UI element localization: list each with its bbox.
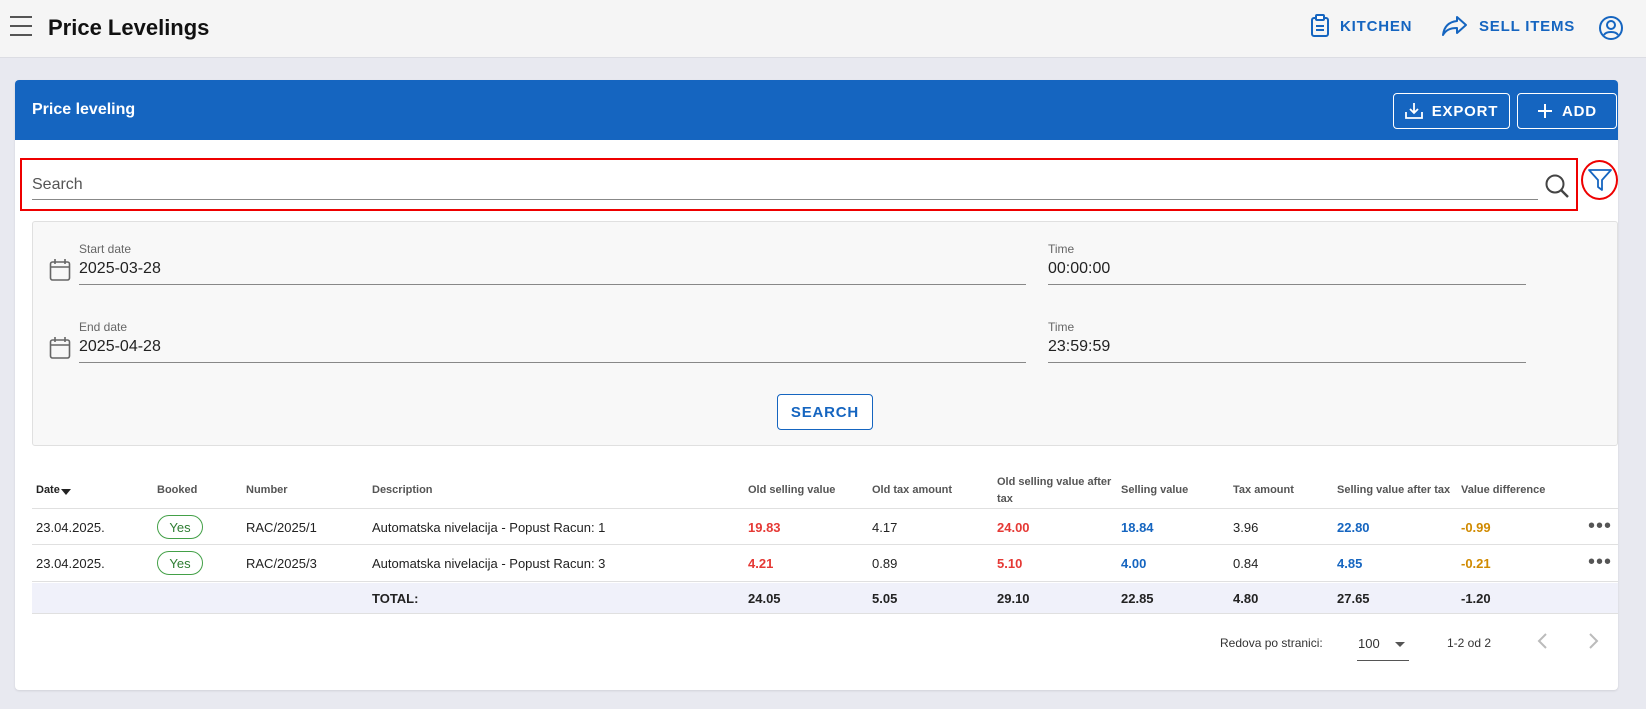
menu-icon[interactable] [10, 16, 34, 38]
header-date[interactable]: Date [36, 482, 71, 499]
cell-old-selling-value-after-tax: 24.00 [997, 520, 1030, 535]
total-selling-value: 22.85 [1121, 591, 1154, 606]
search-button[interactable]: SEARCH [777, 394, 873, 430]
add-label: ADD [1562, 102, 1597, 120]
cell-old-selling-value: 4.21 [748, 556, 774, 571]
cell-date: 23.04.2025. [36, 556, 105, 571]
date-filter-panel: Start date 2025-03-28 Time 00:00:00 End … [32, 221, 1618, 446]
end-time-field[interactable]: 23:59:59 [1048, 338, 1526, 363]
start-time-field[interactable]: 00:00:00 [1048, 260, 1526, 285]
cell-selling-value-after-tax: 22.80 [1337, 520, 1370, 535]
booked-badge: Yes [157, 515, 203, 539]
total-old-tax-amount: 5.05 [872, 591, 898, 606]
start-date-label: Start date [79, 242, 132, 256]
cell-value-difference: -0.21 [1461, 556, 1491, 571]
header-booked[interactable]: Booked [157, 482, 197, 499]
kitchen-label: KITCHEN [1340, 17, 1413, 35]
cell-number: RAC/2025/1 [246, 520, 317, 535]
sort-desc-icon [60, 489, 71, 495]
end-date-label: End date [79, 320, 128, 334]
cell-number: RAC/2025/3 [246, 556, 317, 571]
start-time-label: Time [1048, 242, 1075, 256]
filter-icon[interactable] [1587, 167, 1613, 198]
page-title: Price Levelings [48, 15, 210, 40]
export-button[interactable]: EXPORT [1393, 93, 1510, 129]
chevron-left-icon[interactable] [1535, 632, 1551, 655]
table-row[interactable]: 23.04.2025. Yes RAC/2025/3 Automatska ni… [32, 545, 1618, 582]
chevron-right-icon[interactable] [1585, 632, 1601, 655]
rows-per-page-select[interactable]: 100 [1357, 627, 1409, 661]
total-row: TOTAL: 24.05 5.05 29.10 22.85 4.80 27.65… [32, 583, 1618, 614]
more-icon[interactable]: ••• [1588, 551, 1612, 574]
add-button[interactable]: ADD [1517, 93, 1617, 129]
end-time-label: Time [1048, 320, 1075, 334]
card-title: Price leveling [32, 101, 136, 118]
total-old-selling-value: 24.05 [748, 591, 781, 606]
cell-tax-amount: 3.96 [1233, 520, 1259, 535]
chevron-down-icon [1395, 642, 1405, 647]
header-selling-value-after-tax[interactable]: Selling value after tax [1337, 482, 1450, 499]
cell-selling-value-after-tax: 4.85 [1337, 556, 1363, 571]
plus-icon [1538, 104, 1553, 118]
start-date-field[interactable]: 2025-03-28 [79, 260, 1026, 285]
calendar-icon[interactable] [49, 258, 71, 287]
clipboard-icon [1311, 14, 1329, 37]
header-date-label: Date [36, 484, 60, 496]
share-arrow-icon [1442, 16, 1467, 36]
cell-tax-amount: 0.84 [1233, 556, 1259, 571]
account-icon[interactable] [1598, 15, 1624, 46]
end-date-field[interactable]: 2025-04-28 [79, 338, 1026, 363]
cell-selling-value: 18.84 [1121, 520, 1154, 535]
download-icon [1404, 103, 1423, 119]
header-old-selling-value-after-tax[interactable]: Old selling value after tax [997, 474, 1115, 508]
card-header: Price leveling EXPORT ADD [15, 80, 1618, 140]
cell-description: Automatska nivelacija - Popust Racun: 1 [372, 520, 606, 535]
table-row[interactable]: 23.04.2025. Yes RAC/2025/1 Automatska ni… [32, 508, 1618, 545]
search-highlight-box [20, 158, 1578, 211]
header-old-tax-amount[interactable]: Old tax amount [872, 482, 952, 499]
page-range: 1-2 od 2 [1447, 636, 1492, 650]
booked-badge: Yes [157, 551, 203, 575]
cell-old-selling-value-after-tax: 5.10 [997, 556, 1023, 571]
total-selling-value-after-tax: 27.65 [1337, 591, 1370, 606]
search-input[interactable] [32, 170, 1538, 200]
cell-value-difference: -0.99 [1461, 520, 1491, 535]
search-icon[interactable] [1544, 173, 1570, 204]
header-old-selling-value[interactable]: Old selling value [748, 482, 835, 499]
cell-date: 23.04.2025. [36, 520, 105, 535]
total-tax-amount: 4.80 [1233, 591, 1259, 606]
total-old-selling-value-after-tax: 29.10 [997, 591, 1030, 606]
header-selling-value[interactable]: Selling value [1121, 482, 1188, 499]
total-label: TOTAL: [372, 591, 419, 606]
cell-old-selling-value: 19.83 [748, 520, 781, 535]
sell-items-link[interactable]: SELL ITEMS [1441, 14, 1575, 38]
cell-old-tax-amount: 0.89 [872, 556, 898, 571]
top-app-bar: Price Levelings KITCHEN SELL ITEMS [0, 0, 1646, 58]
rows-per-page-value: 100 [1358, 636, 1380, 651]
header-number[interactable]: Number [246, 482, 288, 499]
rows-per-page-label: Redova po stranici: [1220, 636, 1323, 650]
sell-items-label: SELL ITEMS [1479, 17, 1576, 35]
cell-old-tax-amount: 4.17 [872, 520, 898, 535]
more-icon[interactable]: ••• [1588, 515, 1612, 538]
export-label: EXPORT [1431, 102, 1499, 120]
header-tax-amount[interactable]: Tax amount [1233, 482, 1294, 499]
cell-description: Automatska nivelacija - Popust Racun: 3 [372, 556, 606, 571]
kitchen-link[interactable]: KITCHEN [1310, 14, 1412, 38]
calendar-icon[interactable] [49, 336, 71, 365]
header-description[interactable]: Description [372, 482, 433, 499]
cell-selling-value: 4.00 [1121, 556, 1147, 571]
header-value-difference[interactable]: Value difference [1461, 482, 1545, 499]
total-value-difference: -1.20 [1461, 591, 1491, 606]
